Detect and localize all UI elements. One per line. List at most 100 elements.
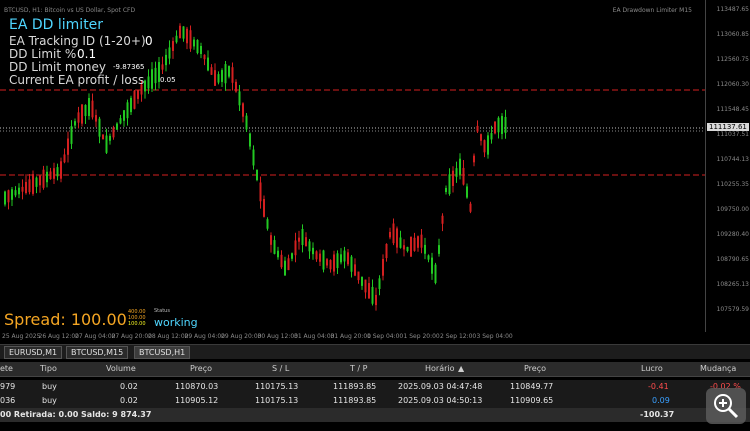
candle bbox=[420, 234, 423, 248]
time-tick-label: 30 Aug 12:00 bbox=[257, 333, 298, 340]
tracking-label: EA Tracking ID (1-20+) bbox=[9, 34, 146, 48]
candle bbox=[102, 134, 104, 140]
candle bbox=[42, 169, 45, 188]
candle bbox=[60, 161, 62, 179]
col-type[interactable]: Tipo bbox=[40, 364, 57, 373]
candle bbox=[18, 187, 20, 195]
candle bbox=[35, 177, 38, 187]
candle bbox=[98, 118, 101, 137]
candle bbox=[49, 171, 52, 180]
row-price: 110909.65 bbox=[510, 396, 554, 405]
col-price[interactable]: Preço bbox=[524, 364, 546, 373]
chart-symbol-title: BTCUSD, H1: Bitcoin vs US Dollar, Spot C… bbox=[4, 7, 136, 14]
time-tick-label: 28 Aug 12:00 bbox=[148, 333, 189, 340]
candle bbox=[504, 116, 507, 134]
candle bbox=[389, 231, 391, 238]
candle bbox=[112, 127, 115, 138]
candle bbox=[175, 35, 178, 43]
col-tp[interactable]: T / P bbox=[350, 364, 368, 373]
col-change[interactable]: Mudança bbox=[700, 364, 736, 373]
price-tick-label: 113060.85 bbox=[716, 31, 749, 38]
candle bbox=[438, 245, 440, 254]
col-profit[interactable]: Lucro bbox=[641, 364, 663, 373]
candle bbox=[497, 117, 500, 133]
candle bbox=[280, 254, 283, 268]
price-tick-label: 112060.30 bbox=[716, 81, 749, 88]
tab-eurusd-m1[interactable]: EURUSD,M1 bbox=[4, 346, 63, 359]
candle bbox=[25, 181, 27, 194]
price-axis[interactable]: 113487.65 113060.85 112560.75 112060.30 1115… bbox=[705, 0, 750, 332]
candle bbox=[196, 39, 199, 54]
candle bbox=[378, 278, 381, 289]
col-open-price[interactable]: Preço bbox=[190, 364, 212, 373]
sort-up-icon[interactable]: ▲ bbox=[458, 364, 464, 373]
candle bbox=[70, 126, 73, 144]
candle bbox=[21, 186, 24, 192]
candle bbox=[182, 26, 185, 39]
table-row[interactable]: 979 buy 0.02 110870.03 110175.13 111893.… bbox=[0, 380, 750, 394]
candle bbox=[200, 45, 202, 55]
candle bbox=[7, 190, 10, 203]
candle bbox=[350, 256, 353, 272]
candle bbox=[371, 286, 374, 304]
candle bbox=[357, 271, 360, 281]
candle bbox=[242, 103, 244, 117]
col-ticket[interactable]: ete bbox=[0, 364, 13, 373]
candle bbox=[494, 121, 496, 134]
time-tick-label: 2 Sep 12:00 bbox=[440, 333, 477, 340]
col-sl[interactable]: S / L bbox=[272, 364, 289, 373]
candle bbox=[329, 260, 332, 270]
candle bbox=[207, 57, 209, 71]
candle bbox=[480, 134, 482, 141]
time-tick-label: 26 Aug 12:00 bbox=[38, 333, 79, 340]
dd-limit-money-label: DD Limit money bbox=[9, 60, 106, 74]
candle bbox=[301, 228, 304, 246]
candle bbox=[434, 264, 437, 283]
tracking-value: 0 bbox=[145, 34, 153, 48]
tab-btcusd-m15[interactable]: BTCUSD,M15 bbox=[66, 346, 129, 359]
summary-total: -100.37 bbox=[640, 410, 675, 419]
zoom-button[interactable] bbox=[706, 388, 746, 424]
price-tick-label: 107579.59 bbox=[716, 306, 749, 313]
tab-btcusd-h1[interactable]: BTCUSD,H1 bbox=[134, 346, 191, 359]
candle bbox=[417, 236, 419, 248]
price-chart[interactable] bbox=[0, 0, 705, 332]
candle bbox=[392, 223, 395, 244]
candle bbox=[172, 41, 174, 51]
candle bbox=[287, 258, 290, 271]
time-tick-label: 27 Aug 04:00 bbox=[75, 333, 116, 340]
time-axis[interactable]: 25 Aug 2025 26 Aug 12:00 27 Aug 04:00 27 Au… bbox=[0, 332, 705, 344]
candle bbox=[238, 91, 241, 106]
price-tick-label: 113487.65 bbox=[716, 6, 749, 13]
time-tick-label: 31 Aug 04:00 bbox=[294, 333, 335, 340]
row-time: 2025.09.03 04:50:13 bbox=[398, 396, 483, 405]
candle bbox=[452, 170, 454, 186]
col-time[interactable]: Horário bbox=[425, 364, 455, 373]
row-open-price: 110870.03 bbox=[175, 382, 219, 391]
candle bbox=[245, 115, 248, 130]
candle bbox=[126, 102, 129, 119]
col-volume[interactable]: Volume bbox=[106, 364, 136, 373]
table-row[interactable]: 036 buy 0.02 110905.12 110175.13 111893.… bbox=[0, 394, 750, 408]
candle bbox=[354, 264, 356, 276]
candle bbox=[249, 133, 251, 147]
candle bbox=[95, 115, 97, 122]
candle bbox=[312, 247, 314, 255]
candle bbox=[396, 228, 398, 248]
candle bbox=[28, 179, 31, 193]
candle bbox=[336, 253, 339, 269]
candle bbox=[431, 257, 433, 274]
candle bbox=[123, 110, 125, 121]
row-volume: 0.02 bbox=[120, 396, 138, 405]
candle bbox=[235, 81, 237, 92]
candle bbox=[77, 112, 80, 123]
ea-title: EA Drawdown Limiter M15 bbox=[612, 7, 692, 14]
row-open-price: 110905.12 bbox=[175, 396, 219, 405]
price-tick-label: 111037.51 bbox=[716, 131, 749, 138]
terminal-header: ete Tipo Volume Preço S / L T / P Horári… bbox=[0, 362, 750, 377]
dd-limit-money-value: -9.87365 bbox=[113, 63, 145, 71]
candle bbox=[168, 47, 171, 59]
candle bbox=[322, 250, 325, 270]
candle bbox=[56, 167, 59, 177]
candle bbox=[487, 135, 489, 155]
